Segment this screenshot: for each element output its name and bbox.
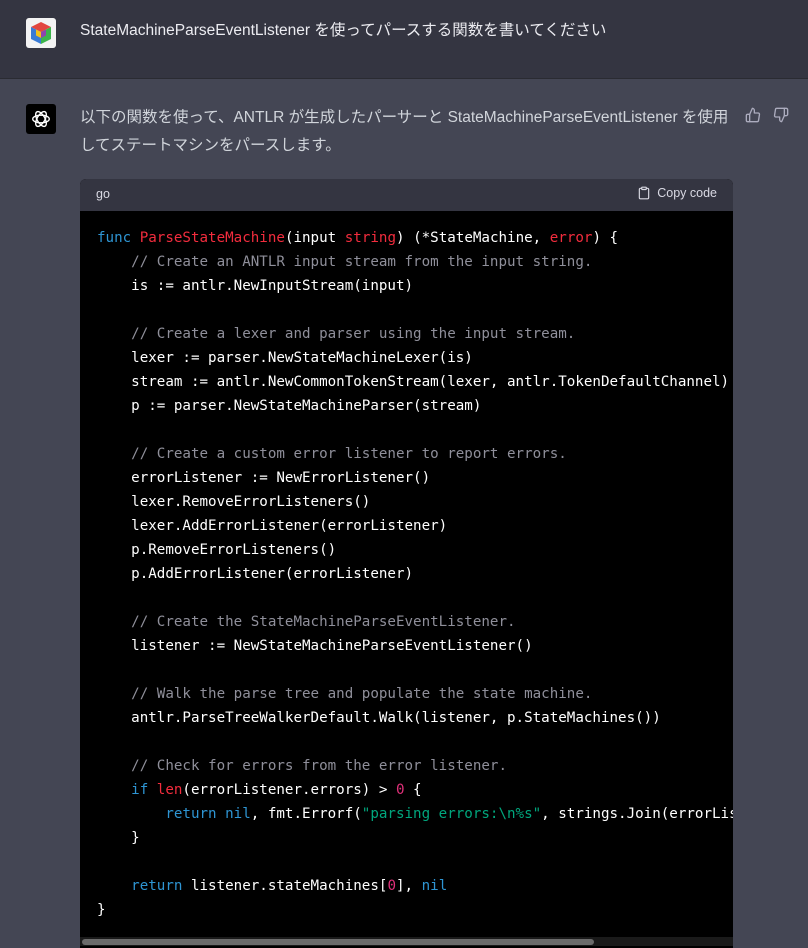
code-token: // Create the StateMachineParseEventList… (97, 614, 516, 630)
code-token: // Create an ANTLR input stream from the… (97, 254, 593, 270)
code-token: if (97, 782, 157, 798)
code-token: , fmt.Errorf( (250, 806, 362, 822)
code-line: // Walk the parse tree and populate the … (97, 686, 592, 702)
code-token: string (344, 230, 396, 246)
code-token: // Create a custom error listener to rep… (97, 446, 567, 462)
code-language-label: go (96, 187, 110, 201)
code-token: 0 (387, 878, 396, 894)
code-line: is := antlr.NewInputStream(input) (97, 278, 413, 294)
code-token: // Walk the parse tree and populate the … (97, 686, 593, 702)
code-line: if len(errorListener.errors) > 0 { (97, 782, 422, 798)
code-token: } (97, 902, 106, 918)
code-token: listener := NewStateMachineParseEventLis… (97, 638, 533, 654)
thumbs-down-icon[interactable] (772, 106, 790, 124)
scrollbar-thumb[interactable] (82, 939, 594, 945)
code-token: is := antlr.NewInputStream(input) (97, 278, 414, 294)
code-token: lexer.RemoveErrorListeners() (97, 494, 371, 510)
code-content: func ParseStateMachine(input string) (*S… (97, 226, 733, 922)
code-token: (errorListener.errors) > (182, 782, 396, 798)
code-horizontal-scrollbar[interactable] (80, 937, 733, 946)
code-token: ) (*StateMachine, (395, 230, 550, 246)
code-token: return (97, 878, 191, 894)
code-line: lexer := parser.NewStateMachineLexer(is) (97, 350, 473, 366)
code-token: len (156, 782, 183, 798)
code-token: stream := antlr.NewCommonTokenStream(lex… (97, 374, 730, 390)
code-token: ParseStateMachine (139, 230, 285, 246)
code-line: } (97, 902, 106, 918)
code-line: p.AddErrorListener(errorListener) (97, 566, 413, 582)
code-block-header: go Copy code (80, 179, 733, 211)
code-line: // Create an ANTLR input stream from the… (97, 254, 592, 270)
code-line: lexer.AddErrorListener(errorListener) (97, 518, 447, 534)
code-line: errorListener := NewErrorListener() (97, 470, 430, 486)
assistant-avatar (26, 104, 56, 134)
code-line: p.RemoveErrorListeners() (97, 542, 336, 558)
code-token: { (404, 782, 422, 798)
code-token: lexer.AddErrorListener(errorListener) (97, 518, 448, 534)
code-token: (input (284, 230, 345, 246)
code-token: listener.stateMachines[ (190, 878, 388, 894)
code-token: // Create a lexer and parser using the i… (97, 326, 576, 342)
openai-logo-icon (32, 110, 50, 128)
code-line: return listener.stateMachines[0], nil (97, 878, 447, 894)
code-line: stream := antlr.NewCommonTokenStream(lex… (97, 374, 729, 390)
code-line: func ParseStateMachine(input string) (*S… (97, 230, 618, 246)
code-line: // Create a lexer and parser using the i… (97, 326, 575, 342)
code-line: return nil, fmt.Errorf("parsing errors:\… (97, 806, 733, 822)
assistant-message-row: 以下の関数を使って、ANTLR が生成したパーサーと StateMachineP… (0, 79, 808, 948)
code-token: , strings.Join(errorListener.errors, "\n… (541, 806, 733, 822)
code-token: } (97, 830, 140, 846)
code-line: p := parser.NewStateMachineParser(stream… (97, 398, 481, 414)
user-avatar (26, 18, 56, 48)
assistant-intro-text: 以下の関数を使って、ANTLR が生成したパーサーと StateMachineP… (80, 109, 729, 154)
thumbs-up-icon[interactable] (744, 106, 762, 124)
code-token: func (97, 230, 140, 246)
code-line: lexer.RemoveErrorListeners() (97, 494, 370, 510)
code-token: "parsing errors:\n%s" (361, 806, 542, 822)
code-token: error (549, 230, 593, 246)
code-block: go Copy code func ParseStateMachine(inpu… (80, 179, 733, 948)
code-line: // Create a custom error listener to rep… (97, 446, 567, 462)
user-avatar-cube-icon (26, 18, 56, 48)
copy-code-label: Copy code (657, 186, 717, 200)
code-line: listener := NewStateMachineParseEventLis… (97, 638, 533, 654)
code-token: return (97, 806, 226, 822)
code-token: // Check for errors from the error liste… (97, 758, 507, 774)
code-token: nil (225, 806, 251, 822)
code-token: ) { (592, 230, 619, 246)
code-token: antlr.ParseTreeWalkerDefault.Walk(listen… (97, 710, 661, 726)
code-line: } (97, 830, 140, 846)
copy-code-button[interactable]: Copy code (637, 186, 717, 200)
user-message-row: StateMachineParseEventListener を使ってパースする… (0, 0, 808, 79)
code-token: ], (395, 878, 422, 894)
code-token: p.RemoveErrorListeners() (97, 542, 337, 558)
code-token: 0 (395, 782, 405, 798)
code-token: errorListener := NewErrorListener() (97, 470, 431, 486)
code-line: antlr.ParseTreeWalkerDefault.Walk(listen… (97, 710, 661, 726)
code-token: p.AddErrorListener(errorListener) (97, 566, 414, 582)
code-token: p := parser.NewStateMachineParser(stream… (97, 398, 482, 414)
code-line: // Create the StateMachineParseEventList… (97, 614, 516, 630)
code-token: lexer := parser.NewStateMachineLexer(is) (97, 350, 473, 366)
code-line: // Check for errors from the error liste… (97, 758, 507, 774)
user-message-text: StateMachineParseEventListener を使ってパースする… (80, 22, 607, 39)
code-area[interactable]: func ParseStateMachine(input string) (*S… (97, 226, 733, 938)
clipboard-icon (638, 186, 650, 200)
code-token: nil (421, 878, 448, 894)
